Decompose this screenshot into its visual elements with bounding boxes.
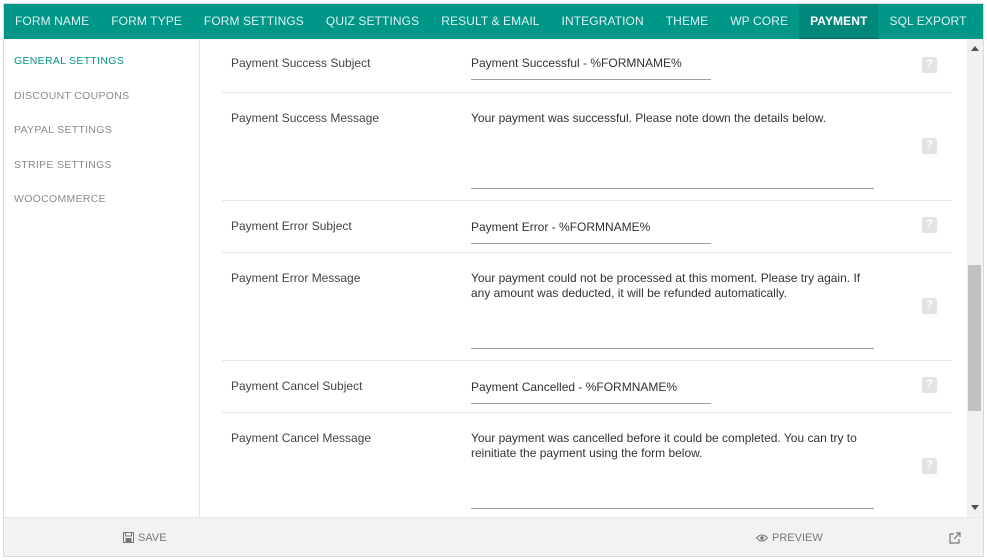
question-icon[interactable]: ?	[922, 138, 937, 154]
tab-payment[interactable]: PAYMENT	[799, 4, 879, 39]
external-link-icon	[949, 531, 961, 544]
sidebar-item-discount-coupons[interactable]: DISCOUNT COUPONS	[4, 78, 199, 113]
question-icon[interactable]: ?	[922, 217, 937, 233]
payment-error-message-textarea[interactable]: Your payment could not be processed at t…	[471, 271, 874, 349]
preview-button[interactable]: PREVIEW	[756, 518, 823, 556]
sidebar-item-general-settings[interactable]: GENERAL SETTINGS	[4, 43, 199, 78]
scroll-thumb[interactable]	[968, 265, 981, 411]
field-label: Payment Cancel Subject	[231, 379, 363, 393]
top-nav: FORM NAME FORM TYPE FORM SETTINGS QUIZ S…	[4, 4, 983, 39]
footer-toolbar: SAVE PREVIEW	[4, 517, 983, 556]
tab-result-email[interactable]: RESULT & EMAIL	[430, 4, 550, 37]
field-label: Payment Cancel Message	[231, 431, 372, 445]
scroll-up-arrow-icon[interactable]	[971, 46, 979, 51]
tab-theme[interactable]: THEME	[655, 4, 720, 37]
tab-wp-core[interactable]: WP CORE	[719, 4, 799, 37]
field-label: Payment Success Subject	[231, 56, 371, 70]
save-button[interactable]: SAVE	[123, 518, 167, 556]
tab-quiz-settings[interactable]: QUIZ SETTINGS	[315, 4, 430, 37]
question-icon[interactable]: ?	[922, 458, 937, 474]
settings-row: Payment Cancel Subject Payment Cancelled…	[222, 361, 951, 413]
floppy-disk-icon	[123, 532, 134, 543]
sidebar-item-stripe-settings[interactable]: STRIPE SETTINGS	[4, 147, 199, 182]
open-external-button[interactable]	[949, 518, 965, 556]
preview-label: PREVIEW	[772, 531, 823, 544]
form-builder-window: FORM NAME FORM TYPE FORM SETTINGS QUIZ S…	[3, 3, 984, 557]
eye-icon	[756, 534, 768, 541]
payment-success-subject-input[interactable]: Payment Successful - %FORMNAME%	[471, 56, 711, 80]
tab-sql-export[interactable]: SQL EXPORT	[878, 4, 977, 37]
field-label: Payment Success Message	[231, 111, 380, 125]
question-icon[interactable]: ?	[922, 377, 937, 393]
settings-row: Payment Error Message Your payment could…	[222, 253, 951, 361]
settings-row: Payment Success Message Your payment was…	[222, 93, 951, 201]
payment-cancel-message-textarea[interactable]: Your payment was cancelled before it cou…	[471, 431, 874, 509]
tab-form-settings[interactable]: FORM SETTINGS	[193, 4, 315, 37]
tab-form-name[interactable]: FORM NAME	[4, 4, 100, 37]
field-label: Payment Error Message	[231, 271, 361, 285]
scroll-down-arrow-icon[interactable]	[971, 505, 979, 510]
settings-row: Payment Success Subject Payment Successf…	[222, 39, 951, 93]
settings-row: Payment Error Subject Payment Error - %F…	[222, 201, 951, 253]
settings-row: Payment Cancel Message Your payment was …	[222, 413, 951, 517]
payment-error-subject-input[interactable]: Payment Error - %FORMNAME%	[471, 220, 711, 244]
question-icon[interactable]: ?	[922, 57, 937, 73]
scrollbar[interactable]	[967, 39, 983, 517]
save-label: SAVE	[138, 531, 167, 544]
field-label: Payment Error Subject	[231, 219, 352, 233]
payment-cancel-subject-input[interactable]: Payment Cancelled - %FORMNAME%	[471, 380, 711, 404]
payment-success-message-textarea[interactable]: Your payment was successful. Please note…	[471, 111, 874, 189]
tab-integration[interactable]: INTEGRATION	[551, 4, 655, 37]
settings-panel: Payment Success Subject Payment Successf…	[201, 39, 967, 517]
sidebar-item-woocommerce[interactable]: WOOCOMMERCE	[4, 181, 199, 216]
sidebar: GENERAL SETTINGS DISCOUNT COUPONS PAYPAL…	[4, 39, 200, 517]
sidebar-item-paypal-settings[interactable]: PAYPAL SETTINGS	[4, 112, 199, 147]
tab-form-type[interactable]: FORM TYPE	[100, 4, 193, 37]
question-icon[interactable]: ?	[922, 298, 937, 314]
